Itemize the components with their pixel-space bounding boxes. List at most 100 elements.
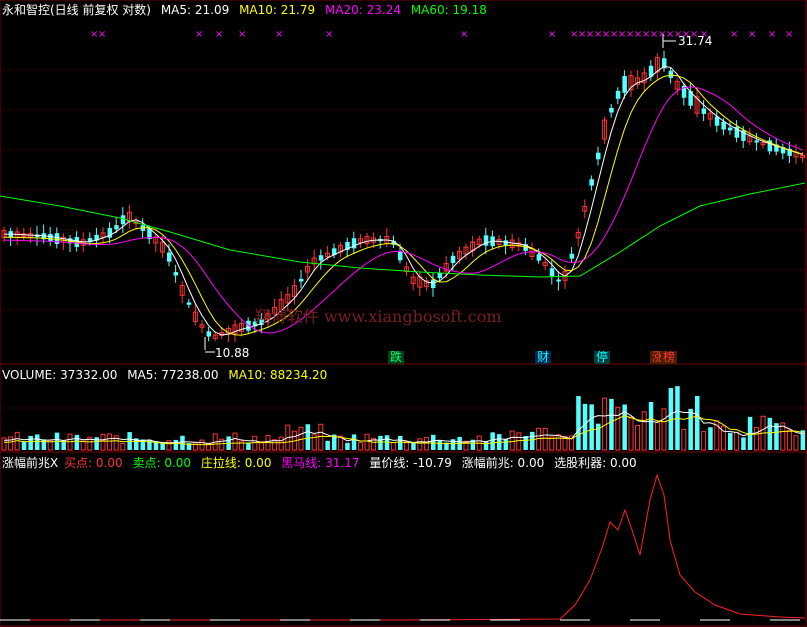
badge-suspend[interactable]: 停 — [594, 351, 611, 364]
volume-bar — [503, 438, 509, 450]
volume-bar — [793, 435, 799, 451]
candle-body — [615, 90, 621, 99]
sell-point-label: 卖点: 0.00 — [132, 456, 192, 470]
volume-bar — [28, 435, 33, 450]
signal-marker: × — [98, 29, 106, 40]
candle-body — [318, 255, 324, 261]
volume-bar — [516, 432, 522, 451]
stock-title: 永和智控(日线 前复权 对数) — [2, 3, 151, 17]
candle-body — [437, 272, 443, 279]
badge-list[interactable]: 榜 — [661, 351, 678, 364]
dealer-line-label: 庄拉线: 0.00 — [200, 456, 272, 470]
candle-body — [206, 331, 212, 337]
volume-bar — [734, 431, 740, 451]
volume-ma-lines — [3, 410, 803, 446]
candle-body — [549, 268, 555, 277]
volume-bar — [35, 434, 40, 450]
volume-bar — [278, 436, 284, 451]
volume-bar — [490, 432, 495, 450]
volume-bar — [450, 439, 456, 450]
volume-bar — [635, 425, 641, 451]
candle-body — [299, 278, 304, 282]
candle-body — [48, 233, 53, 241]
volume-bar — [351, 434, 357, 450]
volume-bar — [708, 427, 713, 450]
volume-bar — [654, 421, 660, 451]
volume-bar — [357, 442, 363, 451]
signal-marker: × — [325, 29, 333, 40]
signal-marker: × — [785, 29, 793, 40]
high-price-label: 31.74 — [678, 34, 712, 48]
volume-bar — [437, 440, 443, 450]
volume-bar — [166, 440, 172, 451]
ma10-line — [3, 74, 803, 336]
signal-marker: × — [548, 29, 556, 40]
watermark: 翔博软件 www.xiangbosoft.com — [255, 307, 502, 326]
volume-bar — [192, 442, 198, 451]
volume-bar — [74, 434, 80, 450]
volume-bar — [701, 431, 707, 451]
volume-bar — [364, 433, 370, 451]
candle-body — [569, 253, 575, 259]
volume-bar — [741, 437, 746, 450]
volume-bar — [609, 398, 614, 450]
volume-bar — [530, 431, 535, 450]
candle-body — [398, 251, 403, 261]
candle-body — [556, 279, 561, 282]
signal-marker: × — [748, 29, 756, 40]
volume-bar — [728, 432, 733, 450]
volume-bar — [555, 434, 561, 451]
signal-marker: × — [768, 29, 776, 40]
volume-bar — [589, 404, 594, 450]
candle-body — [503, 240, 509, 246]
volume-bar — [615, 406, 621, 451]
volume-bar — [753, 427, 759, 451]
volume-bar — [173, 439, 179, 450]
volume-bar — [345, 442, 350, 450]
dark-horse-label: 黑马线: 31.17 — [281, 456, 360, 470]
volume-bar — [120, 442, 126, 451]
volume-bar — [239, 440, 245, 451]
volume-bar — [786, 429, 792, 451]
ma5-label: MA5: 21.09 — [160, 3, 230, 17]
volume-bar — [688, 408, 693, 450]
ma20-label: MA20: 23.24 — [324, 3, 401, 17]
volume-bar — [463, 440, 469, 451]
badge-finance[interactable]: 财 — [535, 351, 552, 364]
badge-fall[interactable]: 跌 — [388, 351, 405, 364]
indicator-line — [0, 473, 806, 621]
volume-label: VOLUME: 37332.00 — [2, 368, 118, 382]
signal-marker: × — [238, 29, 246, 40]
volume-bar — [107, 433, 113, 451]
volume-ma5-line — [3, 410, 803, 445]
candle-body — [114, 225, 119, 230]
volume-bar — [378, 435, 383, 450]
volume-bar — [180, 435, 185, 450]
candle-body — [536, 254, 542, 261]
volume-bar — [94, 437, 99, 450]
signal-marker: × — [730, 29, 738, 40]
volume-bar — [325, 440, 330, 450]
indicator-name: 涨幅前兆X — [2, 456, 59, 470]
volume-bar — [41, 439, 47, 450]
volume-bar — [390, 441, 396, 451]
volume-bar — [509, 430, 515, 451]
candle-body — [668, 70, 674, 78]
volume-bar — [628, 416, 634, 451]
volume-bar — [100, 433, 106, 451]
candle-body — [167, 252, 172, 262]
volume-bar — [318, 423, 324, 451]
volume-bar — [695, 395, 700, 450]
ma20-line — [3, 86, 803, 334]
volume-bar — [398, 435, 403, 450]
volume-bar — [232, 432, 238, 451]
volume-bar — [423, 436, 429, 451]
buy-point-label: 买点: 0.00 — [64, 456, 123, 470]
candle-body — [54, 233, 60, 245]
volume-bar — [542, 427, 548, 451]
candle-body — [589, 179, 594, 186]
candle-body — [728, 127, 733, 131]
volume-bar — [767, 417, 773, 450]
candle-body — [622, 76, 627, 93]
candle-body — [721, 121, 726, 130]
